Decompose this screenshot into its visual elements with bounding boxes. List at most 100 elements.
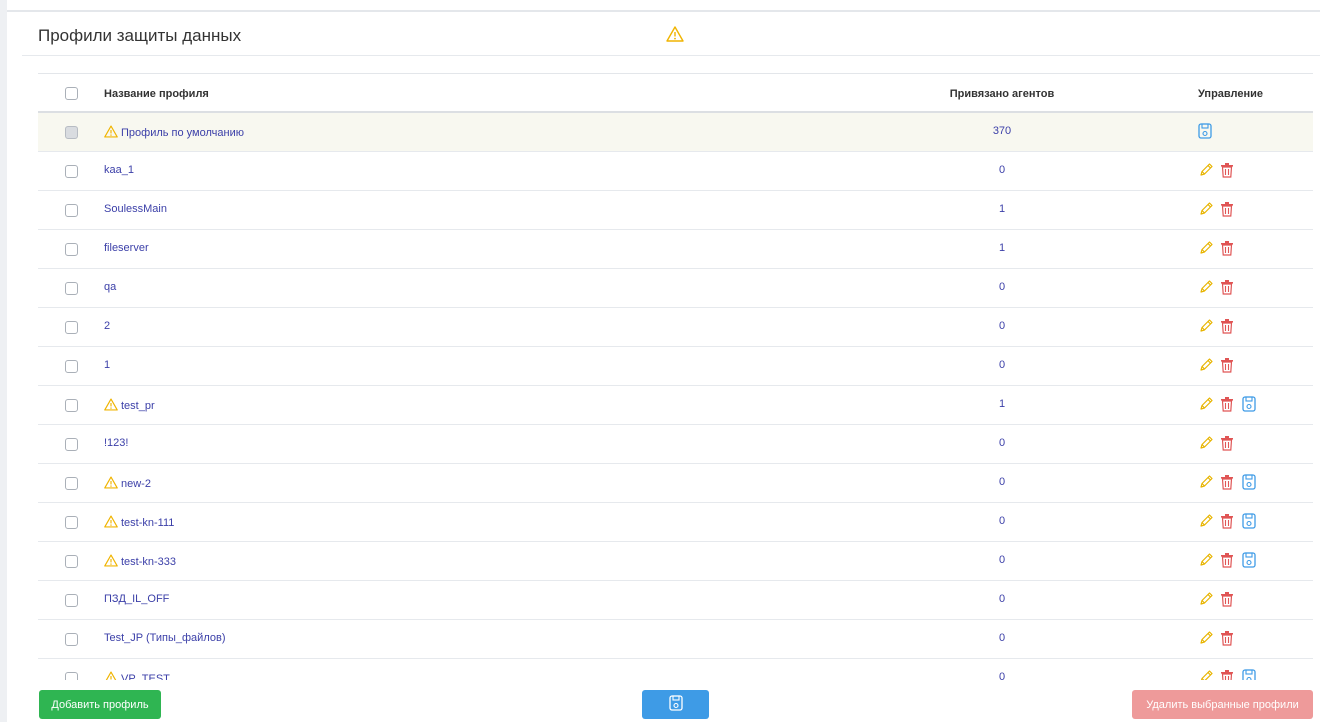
row-checkbox[interactable] [65, 399, 78, 412]
row-checkbox[interactable] [65, 360, 78, 373]
agents-count[interactable]: 0 [938, 671, 1066, 680]
column-header-name[interactable]: Название профиля [104, 88, 209, 100]
save-icon[interactable] [1198, 123, 1214, 139]
agents-count[interactable]: 0 [938, 320, 1066, 332]
profile-name-link[interactable]: !123! [104, 437, 128, 449]
row-checkbox[interactable] [65, 321, 78, 334]
row-checkbox[interactable] [65, 282, 78, 295]
edit-icon[interactable] [1198, 240, 1214, 256]
profile-name-text: Профиль по умолчанию [121, 127, 244, 139]
delete-icon[interactable] [1220, 240, 1236, 256]
profile-name-link[interactable]: SoulessMain [104, 203, 167, 215]
delete-icon[interactable] [1220, 201, 1236, 217]
edit-icon[interactable] [1198, 435, 1214, 451]
agents-count[interactable]: 0 [938, 476, 1066, 488]
save-icon[interactable] [1242, 396, 1258, 412]
delete-icon[interactable] [1220, 162, 1236, 178]
row-checkbox[interactable] [65, 672, 78, 680]
footer-toolbar: Добавить профиль Удалить выбранные профи… [7, 680, 1320, 722]
row-checkbox[interactable] [65, 438, 78, 451]
agents-count[interactable]: 0 [938, 515, 1066, 527]
agents-count[interactable]: 0 [938, 359, 1066, 371]
profile-name-link[interactable]: test-kn-333 [104, 554, 176, 570]
row-checkbox[interactable] [65, 633, 78, 646]
edit-icon[interactable] [1198, 552, 1214, 568]
agents-count[interactable]: 1 [938, 242, 1066, 254]
agents-count[interactable]: 1 [938, 398, 1066, 410]
edit-icon[interactable] [1198, 591, 1214, 607]
profile-name-link[interactable]: qa [104, 281, 116, 293]
edit-icon[interactable] [1198, 513, 1214, 529]
save-icon[interactable] [1242, 513, 1258, 529]
delete-icon[interactable] [1220, 474, 1236, 490]
delete-icon[interactable] [1220, 435, 1236, 451]
edit-icon[interactable] [1198, 669, 1214, 680]
add-profile-button[interactable]: Добавить профиль [39, 690, 161, 719]
table-row: ПЗД_IL_OFF 0 [38, 581, 1313, 620]
edit-icon[interactable] [1198, 279, 1214, 295]
profile-name-link[interactable]: VP_TEST [104, 671, 170, 680]
edit-icon[interactable] [1198, 474, 1214, 490]
agents-count[interactable]: 0 [938, 437, 1066, 449]
row-checkbox[interactable] [65, 555, 78, 568]
row-controls [1198, 669, 1258, 680]
profile-name-link[interactable]: ПЗД_IL_OFF [104, 593, 169, 605]
profile-name-link[interactable]: Профиль по умолчанию [104, 125, 244, 141]
edit-icon[interactable] [1198, 630, 1214, 646]
delete-icon[interactable] [1220, 591, 1236, 607]
edit-icon[interactable] [1198, 357, 1214, 373]
delete-icon[interactable] [1220, 279, 1236, 295]
edit-icon[interactable] [1198, 162, 1214, 178]
edit-icon[interactable] [1198, 201, 1214, 217]
save-icon[interactable] [1242, 552, 1258, 568]
select-all-checkbox[interactable] [65, 87, 78, 100]
agents-count[interactable]: 1 [938, 203, 1066, 215]
profile-name-link[interactable]: fileserver [104, 242, 149, 254]
row-checkbox[interactable] [65, 594, 78, 607]
table-header-row: Название профиля Привязано агентов Управ… [38, 74, 1313, 113]
delete-icon[interactable] [1220, 396, 1236, 412]
left-panel-edge [0, 0, 7, 722]
profile-name-link[interactable]: Test_JP (Типы_файлов) [104, 632, 226, 644]
profile-name-link[interactable]: 1 [104, 359, 110, 371]
profile-name-link[interactable]: test-kn-111 [104, 515, 174, 531]
row-checkbox[interactable] [65, 477, 78, 490]
agents-count[interactable]: 0 [938, 593, 1066, 605]
delete-icon[interactable] [1220, 318, 1236, 334]
delete-icon[interactable] [1220, 630, 1236, 646]
profile-name-link[interactable]: kaa_1 [104, 164, 134, 176]
agents-count[interactable]: 0 [938, 164, 1066, 176]
warning-icon [104, 515, 118, 531]
delete-icon[interactable] [1220, 513, 1236, 529]
agents-count[interactable]: 0 [938, 632, 1066, 644]
row-controls [1198, 630, 1236, 646]
save-button[interactable] [642, 690, 709, 719]
table-row: SoulessMain 1 [38, 191, 1313, 230]
row-controls [1198, 201, 1236, 217]
table-row: kaa_1 0 [38, 152, 1313, 191]
row-checkbox[interactable] [65, 243, 78, 256]
edit-icon[interactable] [1198, 318, 1214, 334]
row-checkbox[interactable] [65, 516, 78, 529]
row-controls [1198, 396, 1258, 412]
profile-name-link[interactable]: 2 [104, 320, 110, 332]
delete-icon[interactable] [1220, 357, 1236, 373]
save-icon[interactable] [1242, 474, 1258, 490]
edit-icon[interactable] [1198, 396, 1214, 412]
delete-icon[interactable] [1220, 669, 1236, 680]
delete-selected-button[interactable]: Удалить выбранные профили [1132, 690, 1313, 719]
row-controls [1198, 123, 1214, 139]
agents-count[interactable]: 0 [938, 554, 1066, 566]
row-controls [1198, 162, 1236, 178]
column-header-agents[interactable]: Привязано агентов [938, 88, 1066, 100]
delete-icon[interactable] [1220, 552, 1236, 568]
agents-count[interactable]: 370 [938, 125, 1066, 137]
row-checkbox[interactable] [65, 204, 78, 217]
profile-name-link[interactable]: new-2 [104, 476, 151, 492]
row-checkbox[interactable] [65, 165, 78, 178]
agents-count[interactable]: 0 [938, 281, 1066, 293]
row-controls [1198, 240, 1236, 256]
profile-name-text: test_pr [121, 400, 155, 412]
profile-name-link[interactable]: test_pr [104, 398, 155, 414]
save-icon[interactable] [1242, 669, 1258, 680]
